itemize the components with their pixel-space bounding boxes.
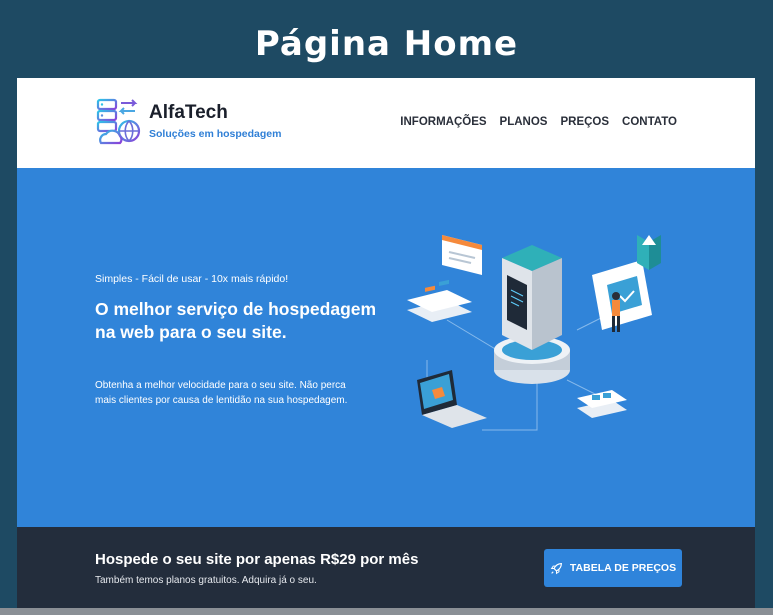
brand-name[interactable]: AlfaTech (149, 102, 228, 124)
cta-title: Hospede o seu site por apenas R$29 por m… (95, 551, 419, 568)
hero-title: O melhor serviço de hospedagem na web pa… (95, 299, 377, 342)
site-header: AlfaTech Soluções em hospedagem INFORMAÇ… (17, 78, 755, 168)
server-cloud-logo-icon[interactable] (95, 97, 143, 147)
hero-kicker: Simples - Fácil de usar - 10x mais rápid… (95, 273, 289, 285)
cta-subtitle: Também temos planos gratuitos. Adquira j… (95, 575, 317, 586)
hero-section: Simples - Fácil de usar - 10x mais rápid… (17, 168, 755, 527)
bottom-divider (0, 608, 773, 615)
pricing-table-button[interactable]: TABELA DE PREÇOS (544, 549, 682, 587)
page-title: Página Home (254, 24, 519, 64)
nav-item-precos[interactable]: PREÇOS (560, 116, 609, 128)
main-nav: INFORMAÇÕES PLANOS PREÇOS CONTATO (400, 116, 677, 128)
pricing-table-button-label: TABELA DE PREÇOS (569, 562, 677, 574)
nav-item-planos[interactable]: PLANOS (500, 116, 548, 128)
nav-item-contato[interactable]: CONTATO (622, 116, 677, 128)
server-hosting-illustration (407, 235, 661, 431)
website-preview: AlfaTech Soluções em hospedagem INFORMAÇ… (17, 78, 755, 608)
nav-item-informacoes[interactable]: INFORMAÇÕES (400, 116, 486, 128)
rocket-icon (550, 562, 562, 574)
brand-tagline: Soluções em hospedagem (149, 128, 282, 140)
pricing-cta-band: Hospede o seu site por apenas R$29 por m… (17, 527, 755, 608)
hero-description: Obtenha a melhor velocidade para o seu s… (95, 380, 348, 406)
